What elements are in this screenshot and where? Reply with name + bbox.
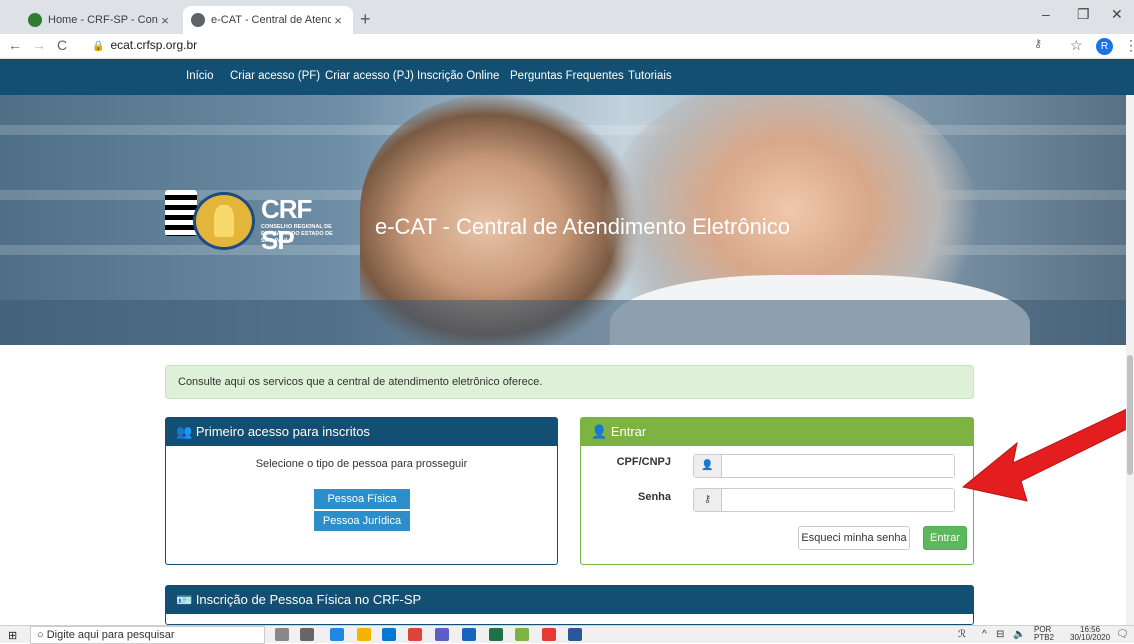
back-icon[interactable]: ← [8, 37, 22, 53]
tab-ecat[interactable]: e-CAT - Central de Atendimento × [183, 6, 353, 34]
new-tab-button[interactable]: + [360, 9, 371, 30]
search-placeholder: Digite aqui para pesquisar [46, 629, 175, 641]
clock[interactable]: 16:56 30/10/2020 [1070, 626, 1110, 642]
pessoa-fisica-button[interactable]: Pessoa Física [314, 489, 410, 509]
panel-header: 👤 Entrar [581, 418, 973, 446]
key-icon[interactable]: ⚷ [1034, 37, 1042, 50]
lock-icon: 🔒 [92, 41, 105, 52]
address-bar[interactable]: 🔒 ecat.crfsp.org.br [92, 38, 197, 52]
excel-icon[interactable] [489, 628, 503, 641]
nav-perguntas-frequentes[interactable]: Perguntas Frequentes [510, 70, 624, 82]
login-panel: 👤 Entrar CPF/CNPJ 👤 Senha ⚷ Esqueci minh… [580, 417, 974, 565]
language-indicator[interactable]: POR PTB2 [1034, 626, 1054, 642]
panel-header: 👥 Primeiro acesso para inscritos [166, 418, 557, 446]
cpf-input[interactable] [722, 455, 954, 477]
info-alert: Consulte aqui os servicos que a central … [165, 365, 974, 399]
pessoa-juridica-button[interactable]: Pessoa Jurídica [314, 511, 410, 531]
crf-logo: CRF SP CONSELHO REGIONAL DE FARMÁCIA DO … [165, 190, 350, 255]
user-icon: 👤 [591, 424, 608, 439]
logo-subtext: CONSELHO REGIONAL DE FARMÁCIA DO ESTADO … [261, 224, 333, 244]
taskbar-search[interactable]: ○ Digite aqui para pesquisar [30, 626, 265, 644]
panel-title: Primeiro acesso para inscritos [195, 424, 370, 439]
profile-avatar[interactable]: R [1096, 38, 1113, 55]
panel-title: Inscrição de Pessoa Física no CRF-SP [195, 592, 422, 607]
first-access-panel: 👥 Primeiro acesso para inscritos Selecio… [165, 417, 558, 565]
cpf-label: CPF/CNPJ [616, 456, 671, 468]
restore-icon[interactable]: ❐ [1077, 6, 1090, 23]
reload-icon[interactable]: C [57, 37, 67, 53]
browser-toolbar: ← → C 🔒 ecat.crfsp.org.br ⚷ ☆ R ⋮ [0, 34, 1134, 59]
notification-icon[interactable]: 🗨 [1116, 629, 1129, 640]
forward-icon[interactable]: → [32, 37, 46, 53]
menu-icon[interactable]: ⋮ [1124, 37, 1134, 54]
login-submit-button[interactable]: Entrar [923, 526, 967, 550]
file-explorer-icon[interactable] [357, 628, 371, 641]
minimize-icon[interactable]: – [1042, 6, 1050, 22]
password-input-group: ⚷ [693, 488, 955, 512]
panel-title: Entrar [610, 424, 647, 439]
tab-crf-home[interactable]: Home - CRF-SP - Conselho Regic × [20, 6, 180, 34]
tab-title: e-CAT - Central de Atendimento [211, 14, 331, 26]
forgot-password-button[interactable]: Esqueci minha senha [798, 526, 910, 550]
scrollbar-thumb[interactable] [1127, 355, 1133, 475]
registration-panel: 🪪 Inscrição de Pessoa Física no CRF-SP [165, 585, 974, 625]
outlook-icon[interactable] [382, 628, 396, 641]
user-icon: 👤 [694, 455, 722, 477]
red-arrow-annotation [961, 406, 1134, 502]
close-window-icon[interactable]: ✕ [1111, 6, 1123, 23]
nav-inscricao-online[interactable]: Inscrição Online [417, 70, 499, 82]
mic-icon[interactable] [275, 628, 289, 641]
globe-icon [28, 13, 42, 27]
add-user-icon: 👥 [176, 424, 193, 439]
search-circle-icon: ○ [37, 629, 44, 641]
edge-icon[interactable] [330, 628, 344, 641]
cpf-input-group: 👤 [693, 454, 955, 478]
windows-taskbar: ⊞ ○ Digite aqui para pesquisar ℛ ^ ⊟ 🔈 P… [0, 625, 1134, 644]
task-view-icon[interactable] [300, 628, 314, 641]
nav-inicio[interactable]: Início [186, 70, 214, 82]
people-icon[interactable]: ℛ [958, 629, 966, 640]
sp-flag-icon [165, 190, 197, 236]
teams-icon[interactable] [435, 628, 449, 641]
close-icon[interactable]: × [158, 13, 172, 28]
password-input[interactable] [722, 489, 954, 511]
site-nav: Início Criar acesso (PF) Criar acesso (P… [0, 59, 1134, 95]
hero-title: e-CAT - Central de Atendimento Eletrônic… [375, 214, 790, 239]
chevron-up-icon[interactable]: ^ [982, 629, 987, 640]
word-icon[interactable] [568, 628, 582, 641]
internet-explorer-icon[interactable] [462, 628, 476, 641]
panel-header: 🪪 Inscrição de Pessoa Física no CRF-SP [166, 586, 973, 614]
panel-hint: Selecione o tipo de pessoa para prossegu… [255, 458, 468, 470]
chrome-icon[interactable] [408, 628, 422, 641]
nav-criar-acesso-pf[interactable]: Criar acesso (PF) [230, 70, 320, 82]
app-icon[interactable] [542, 628, 556, 641]
pharmacy-seal-icon [193, 192, 255, 250]
password-label: Senha [637, 491, 671, 503]
star-icon[interactable]: ☆ [1070, 37, 1083, 54]
id-card-icon: 🪪 [176, 592, 193, 607]
url-text: ecat.crfsp.org.br [110, 38, 198, 52]
globe-icon [191, 13, 205, 27]
app-icon[interactable] [515, 628, 529, 641]
volume-icon[interactable]: 🔈 [1013, 629, 1025, 640]
key-icon: ⚷ [694, 489, 722, 511]
page-scrollbar[interactable] [1126, 95, 1134, 625]
nav-criar-acesso-pj[interactable]: Criar acesso (PJ) [325, 70, 414, 82]
close-icon[interactable]: × [331, 13, 345, 28]
tab-title: Home - CRF-SP - Conselho Regic [48, 14, 158, 26]
nav-tutoriais[interactable]: Tutoriais [628, 70, 672, 82]
browser-tab-bar: Home - CRF-SP - Conselho Regic × e-CAT -… [0, 0, 1134, 34]
windows-start-icon[interactable]: ⊞ [8, 629, 17, 642]
network-icon[interactable]: ⊟ [996, 629, 1004, 640]
